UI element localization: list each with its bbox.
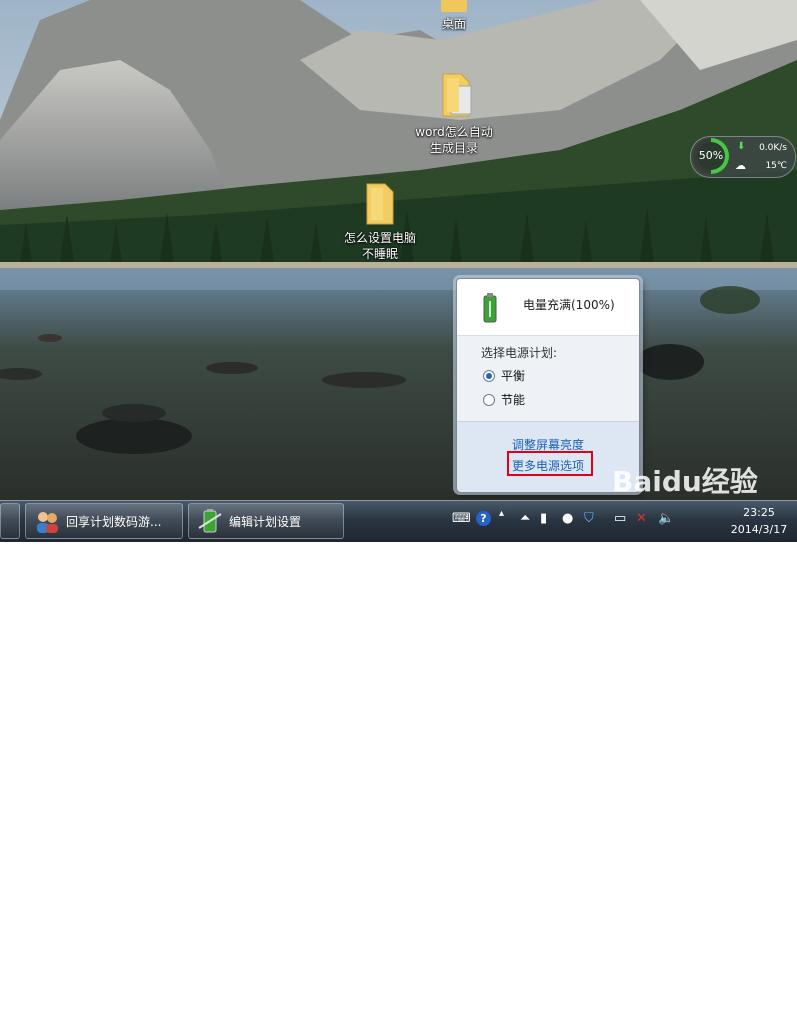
keyboard-icon[interactable]: ⌨ [452, 511, 471, 526]
plan-option-balanced[interactable]: 平衡 [483, 367, 525, 384]
folder-icon [365, 182, 395, 226]
taskbar-button-power-plan[interactable]: 编辑计划设置 [188, 503, 344, 539]
watermark-url: jingyan.baidu.com [612, 1008, 714, 1021]
desktop-icon-label: 怎么设置电脑不睡眠 [343, 231, 416, 261]
taskbar-button-label: 回享计划数码游... [66, 514, 162, 529]
radio-button[interactable] [483, 393, 495, 406]
taskbar-button-app1[interactable]: 回享计划数码游... [25, 503, 183, 539]
cpu-usage-ring: 50% [693, 138, 729, 174]
usb-icon[interactable]: ▮ [540, 511, 547, 526]
temperature: 15℃ [765, 161, 787, 171]
security-shield-icon[interactable]: ⛉ [584, 511, 594, 526]
desktop-icon-sleep-settings[interactable]: 怎么设置电脑不睡眠 [340, 182, 420, 262]
taskbar: 回享计划数码游... 编辑计划设置 ⌨ ? ▴ ⏶ ▮ ● ⛉ ▭ ✕ 🔈 ji… [0, 500, 797, 1021]
power-tray-icon[interactable]: ✕ [636, 511, 647, 526]
plan-option-label: 节能 [501, 393, 526, 407]
taskbar-start-fragment[interactable] [0, 503, 20, 539]
qq-penguin-icon[interactable]: ● [562, 511, 573, 526]
clock-time: 23:25 [743, 506, 775, 519]
cpu-usage-percent: 50% [697, 142, 725, 170]
system-clock[interactable]: 23:25 2014/3/17 [727, 504, 791, 538]
users-icon [37, 512, 58, 533]
power-plan-heading: 选择电源计划: [481, 346, 558, 360]
cloud-icon: ☁ [735, 159, 746, 172]
volume-icon[interactable]: 🔈 [658, 511, 674, 526]
folder-icon [439, 0, 469, 12]
battery-plug-icon [483, 293, 497, 323]
network-icon[interactable]: ▭ [614, 511, 626, 526]
network-speed: 0.0K/s [759, 143, 787, 153]
folder-icon [439, 72, 472, 120]
battery-status-text: 电量充满(100%) [523, 298, 615, 312]
desktop-icon-label: 桌面 [441, 17, 466, 31]
help-icon[interactable]: ? [476, 511, 491, 526]
plan-option-power-saver[interactable]: 节能 [483, 391, 525, 408]
desktop-icon-desktop[interactable]: 桌面 [414, 0, 494, 32]
taskbar-button-label: 编辑计划设置 [229, 514, 302, 529]
baidu-watermark: Baidu经验 [612, 465, 758, 498]
plan-option-label: 平衡 [501, 369, 526, 383]
show-hidden-icons[interactable]: ⏶ [520, 511, 530, 526]
highlight-box [507, 451, 593, 476]
desktop-icon-label: word怎么自动生成目录 [415, 125, 493, 155]
battery-status-panel: 电量充满(100%) [457, 279, 639, 336]
desktop-icon-word-toc[interactable]: word怎么自动生成目录 [414, 72, 494, 156]
clock-date: 2014/3/17 [730, 523, 788, 536]
battery-icon [198, 509, 222, 533]
radio-button-selected[interactable] [483, 369, 495, 382]
chevron-up-icon[interactable]: ▴ [499, 508, 504, 519]
system-monitor-gadget[interactable]: 50% ⬇ 0.0K/s ☁ 15℃ [690, 136, 796, 178]
download-arrow-icon: ⬇ [737, 141, 746, 152]
